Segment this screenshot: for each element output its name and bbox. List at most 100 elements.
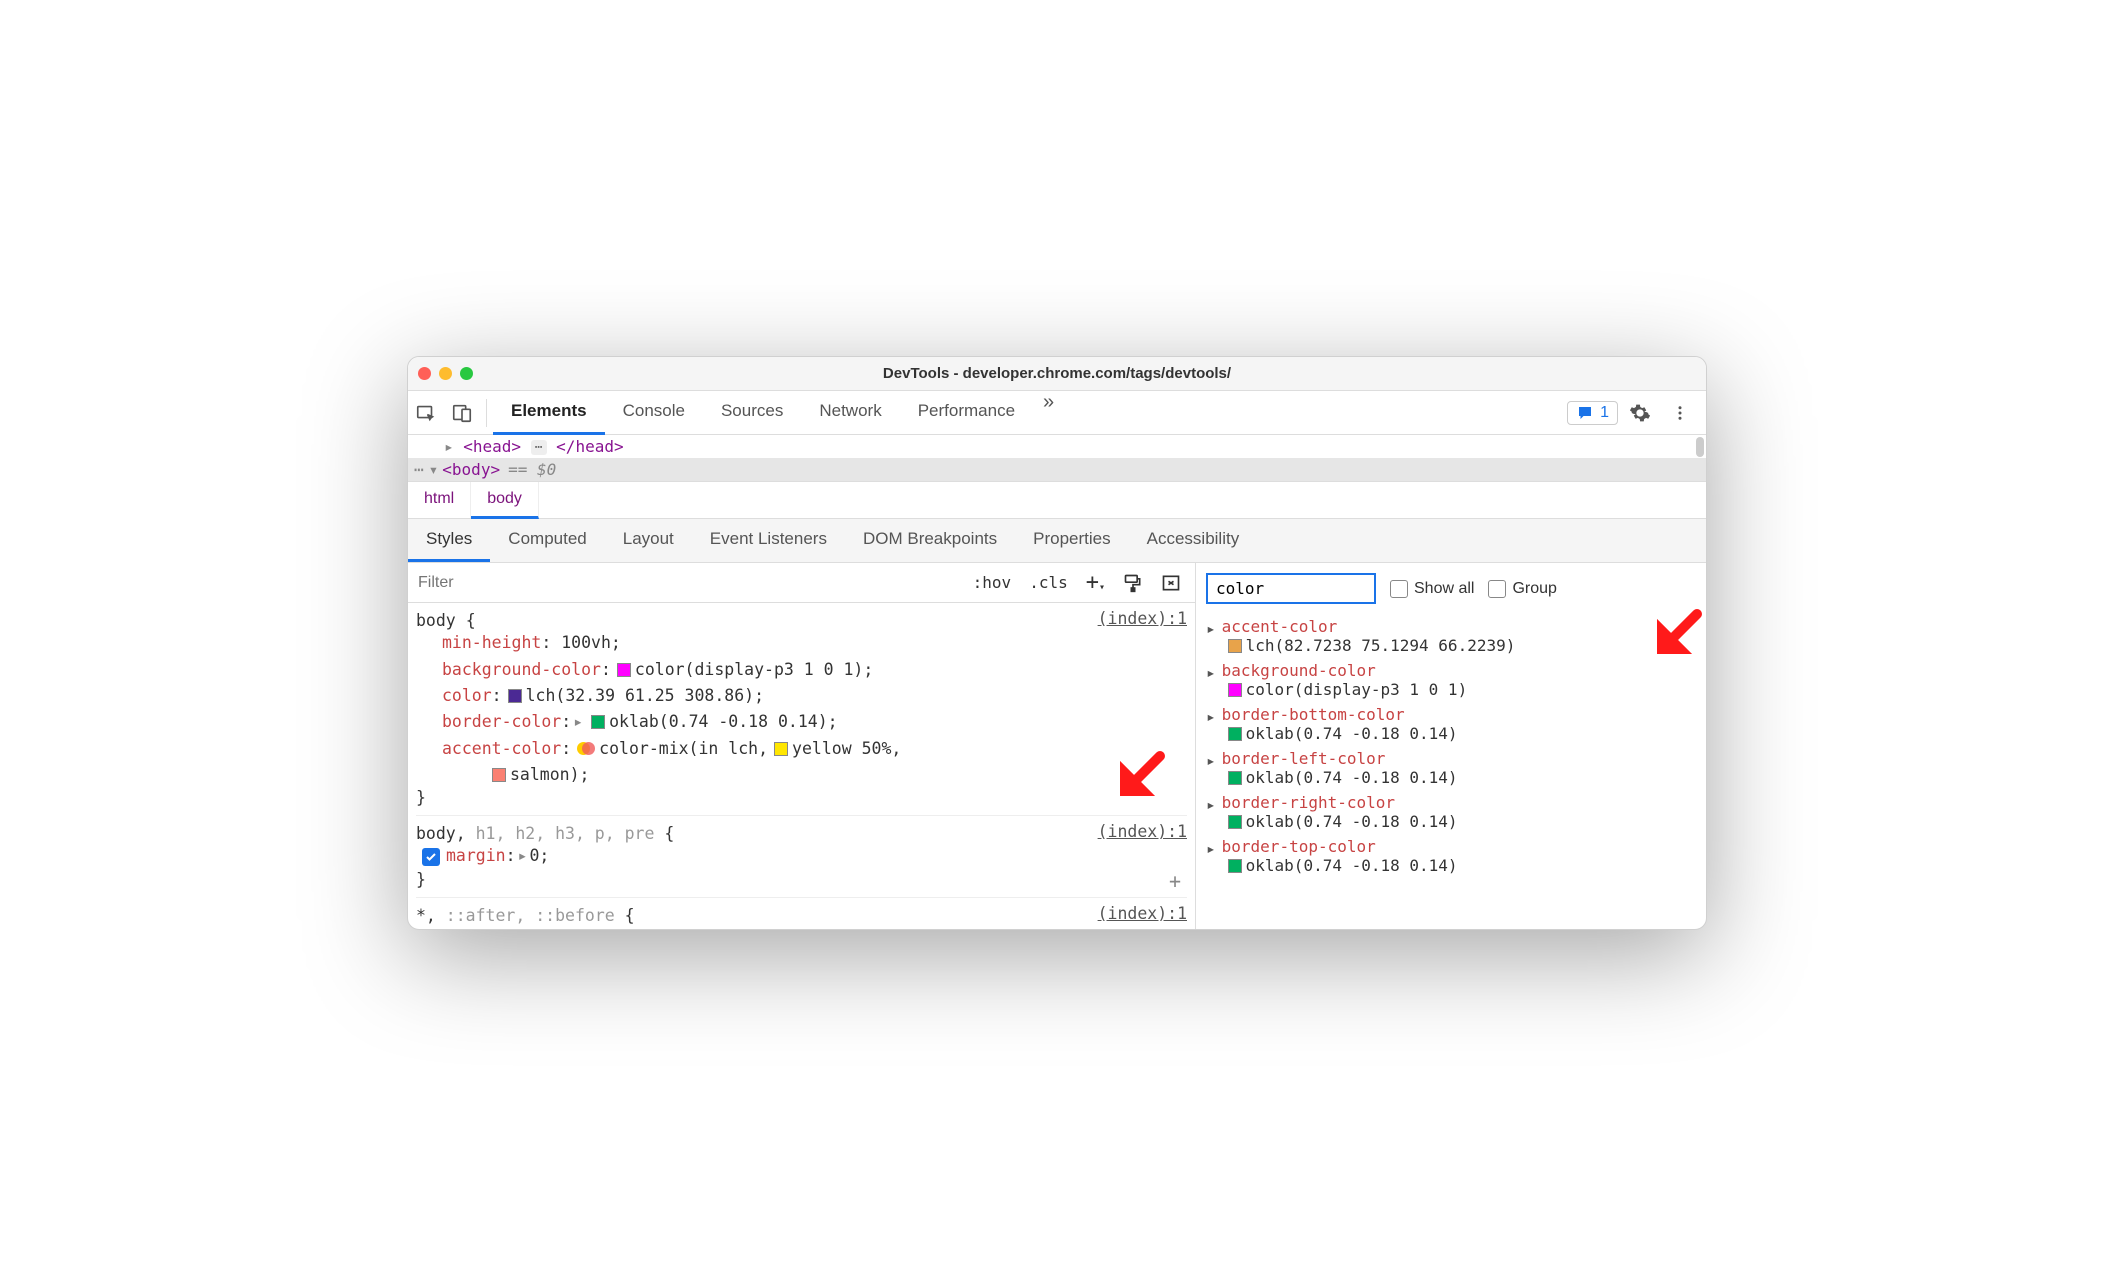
prop-border-color[interactable]: border-color [442, 709, 561, 735]
computed-item[interactable]: ▸accent-colorlch(82.7238 75.1294 66.2239… [1206, 614, 1696, 658]
dom-head-row[interactable]: ▸ <head> ⋯ </head> [408, 435, 1706, 458]
paint-icon[interactable] [1117, 569, 1149, 597]
color-swatch-green[interactable] [591, 715, 605, 729]
prop-min-height[interactable]: min-height [442, 630, 541, 656]
val-border-color[interactable]: oklab(0.74 -0.18 0.14) [609, 709, 828, 735]
issues-badge[interactable]: 1 [1567, 401, 1618, 425]
computed-item[interactable]: ▸border-bottom-coloroklab(0.74 -0.18 0.1… [1206, 702, 1696, 746]
tab-elements[interactable]: Elements [493, 391, 605, 435]
tab-sources[interactable]: Sources [703, 391, 801, 435]
head-tag-close: </head> [556, 437, 623, 456]
computed-prop: border-top-color [1222, 837, 1458, 856]
val-salmon[interactable]: salmon) [510, 762, 580, 788]
css-rule-body[interactable]: (index):1 body { min-height: 100vh; back… [416, 607, 1187, 816]
tab-performance[interactable]: Performance [900, 391, 1033, 435]
expand-icon[interactable]: ▸ [1206, 793, 1216, 814]
expand-icon[interactable]: ▸ [1206, 705, 1216, 726]
group-checkbox[interactable]: Group [1488, 580, 1556, 598]
computed-item[interactable]: ▸border-right-coloroklab(0.74 -0.18 0.14… [1206, 790, 1696, 834]
computed-filter-input[interactable] [1206, 573, 1376, 604]
collapsed-icon[interactable]: ⋯ [531, 440, 547, 455]
color-swatch-purple[interactable] [508, 689, 522, 703]
checkbox-icon [1488, 580, 1506, 598]
chat-icon [1576, 404, 1594, 422]
new-rule-icon[interactable]: +▾ [1080, 566, 1111, 599]
show-all-checkbox[interactable]: Show all [1390, 580, 1474, 598]
color-swatch[interactable] [1228, 771, 1242, 785]
expand-icon[interactable]: ▸ [1206, 837, 1216, 858]
source-link[interactable]: (index):1 [1098, 904, 1187, 923]
rule-selector-gray2: ::after, ::before [436, 906, 615, 925]
computed-panel-icon[interactable] [1155, 569, 1187, 597]
devtools-window: DevTools - developer.chrome.com/tags/dev… [407, 356, 1707, 930]
color-swatch-yellow[interactable] [774, 742, 788, 756]
settings-icon[interactable] [1622, 395, 1658, 431]
prop-color[interactable]: color [442, 683, 492, 709]
css-rules: (index):1 body { min-height: 100vh; back… [408, 603, 1195, 925]
source-link[interactable]: (index):1 [1098, 609, 1187, 628]
more-tabs-icon[interactable]: » [1033, 391, 1064, 435]
subtab-accessibility[interactable]: Accessibility [1129, 519, 1258, 562]
color-swatch[interactable] [1228, 639, 1242, 653]
subtab-computed[interactable]: Computed [490, 519, 604, 562]
crumb-html[interactable]: html [408, 482, 471, 518]
val-color[interactable]: lch(32.39 61.25 308.86) [526, 683, 754, 709]
computed-item[interactable]: ▸border-left-coloroklab(0.74 -0.18 0.14) [1206, 746, 1696, 790]
expand-icon[interactable]: ▸ [1206, 749, 1216, 770]
subtab-layout[interactable]: Layout [605, 519, 692, 562]
css-rule-boxsizing[interactable]: (index):1 *, ::after, ::before { [416, 902, 1187, 925]
computed-item[interactable]: ▸border-top-coloroklab(0.74 -0.18 0.14) [1206, 834, 1696, 878]
expand-shorthand-icon[interactable]: ▸ [516, 843, 530, 869]
property-enabled-checkbox[interactable] [422, 848, 440, 866]
scrollbar-thumb[interactable] [1696, 437, 1704, 457]
tab-console[interactable]: Console [605, 391, 703, 435]
computed-prop: border-bottom-color [1222, 705, 1458, 724]
css-rule-margin[interactable]: (index):1 body, h1, h2, h3, p, pre { mar… [416, 820, 1187, 897]
subtab-event-listeners[interactable]: Event Listeners [692, 519, 845, 562]
hov-button[interactable]: :hov [967, 569, 1018, 596]
color-swatch-magenta[interactable] [617, 663, 631, 677]
prop-accent-color[interactable]: accent-color [442, 736, 561, 762]
val-margin[interactable]: 0 [529, 843, 539, 869]
color-swatch-salmon[interactable] [492, 768, 506, 782]
color-swatch[interactable] [1228, 859, 1242, 873]
color-swatch[interactable] [1228, 683, 1242, 697]
subtab-properties[interactable]: Properties [1015, 519, 1128, 562]
cls-button[interactable]: .cls [1023, 569, 1074, 596]
computed-prop: border-right-color [1222, 793, 1458, 812]
device-toolbar-icon[interactable] [444, 395, 480, 431]
titlebar: DevTools - developer.chrome.com/tags/dev… [408, 357, 1706, 391]
kebab-menu-icon[interactable] [1662, 395, 1698, 431]
prop-margin[interactable]: margin [446, 843, 506, 869]
val-accent-color-a[interactable]: color-mix(in lch, [599, 736, 768, 762]
val-min-height[interactable]: 100vh [561, 630, 611, 656]
breadcrumb: html body [408, 481, 1706, 519]
head-tag-open: <head> [463, 437, 521, 456]
issues-count: 1 [1600, 404, 1609, 422]
rule-selector: body [416, 611, 456, 630]
expand-icon[interactable]: ▸ [1206, 661, 1216, 682]
val-background-color[interactable]: color(display-p3 1 0 1) [635, 657, 863, 683]
window-title: DevTools - developer.chrome.com/tags/dev… [408, 365, 1706, 382]
add-declaration-icon[interactable]: + [1169, 869, 1181, 893]
color-swatch[interactable] [1228, 727, 1242, 741]
crumb-body[interactable]: body [471, 482, 539, 519]
computed-prop: accent-color [1222, 617, 1516, 636]
tab-network[interactable]: Network [801, 391, 899, 435]
ellipsis-icon: ⋯ [414, 460, 425, 479]
prop-background-color[interactable]: background-color [442, 657, 601, 683]
computed-item[interactable]: ▸background-colorcolor(display-p3 1 0 1) [1206, 658, 1696, 702]
inspect-element-icon[interactable] [408, 395, 444, 431]
source-link[interactable]: (index):1 [1098, 822, 1187, 841]
color-swatch[interactable] [1228, 815, 1242, 829]
expand-icon[interactable]: ▸ [1206, 617, 1216, 638]
styles-filter-input[interactable] [408, 563, 967, 602]
subtab-dom-breakpoints[interactable]: DOM Breakpoints [845, 519, 1015, 562]
color-mix-icon[interactable] [577, 740, 595, 758]
dom-body-row[interactable]: ⋯ ▾ <body> == $0 [408, 458, 1706, 481]
expand-shorthand-icon[interactable]: ▸ [571, 709, 585, 735]
expand-icon[interactable]: ▾ [429, 460, 439, 479]
subtab-styles[interactable]: Styles [408, 519, 490, 562]
val-yellow[interactable]: yellow 50% [792, 736, 891, 762]
main-toolbar: Elements Console Sources Network Perform… [408, 391, 1706, 435]
